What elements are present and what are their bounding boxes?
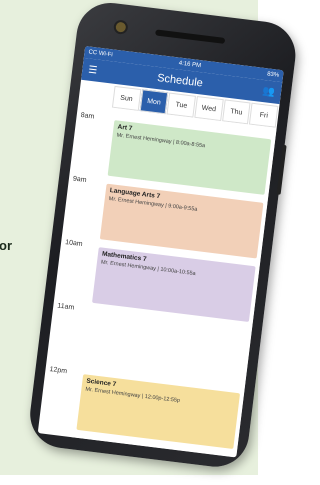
camera-icon: [115, 21, 127, 33]
time-9am: 9am: [72, 175, 87, 185]
battery-level: 83%: [266, 71, 280, 79]
menu-icon[interactable]: ☰: [88, 64, 98, 76]
event-art[interactable]: Art 7 Mr. Ernest Hemingway | 8:00a-8:55a: [107, 120, 272, 195]
people-icon[interactable]: 👥: [262, 85, 276, 97]
carrier-label: CC Wi-Fi: [88, 49, 113, 59]
day-tab-fri[interactable]: Fri: [249, 102, 279, 128]
day-tab-thu[interactable]: Thu: [221, 99, 251, 125]
status-time: 4:16 PM: [178, 60, 202, 70]
time-10am: 10am: [64, 239, 83, 249]
day-tab-tue[interactable]: Tue: [166, 92, 197, 118]
event-mathematics[interactable]: Mathematics 7 Mr. Ernest Hemingway | 10:…: [92, 247, 256, 322]
event-science[interactable]: Science 7 Mr. Ernest Hemingway | 12:00p-…: [76, 374, 241, 450]
time-12pm: 12pm: [49, 366, 68, 376]
day-tab-wed[interactable]: Wed: [194, 95, 224, 122]
day-tab-sun[interactable]: Sun: [111, 85, 142, 111]
phone-screen: CC Wi-Fi 4:16 PM 83% ☰ Schedule 👥 Sun Mo…: [37, 45, 284, 458]
day-tab-mon[interactable]: Mon: [139, 89, 169, 115]
app-title: Schedule: [156, 72, 204, 90]
time-11am: 11am: [56, 302, 75, 312]
side-button: [276, 144, 287, 195]
time-8am: 8am: [80, 111, 95, 121]
speaker-slot: [155, 29, 226, 44]
event-language-arts[interactable]: Language Arts 7 Mr. Ernest Hemingway | 9…: [99, 183, 264, 259]
side-text-fragment: or: [0, 238, 12, 253]
